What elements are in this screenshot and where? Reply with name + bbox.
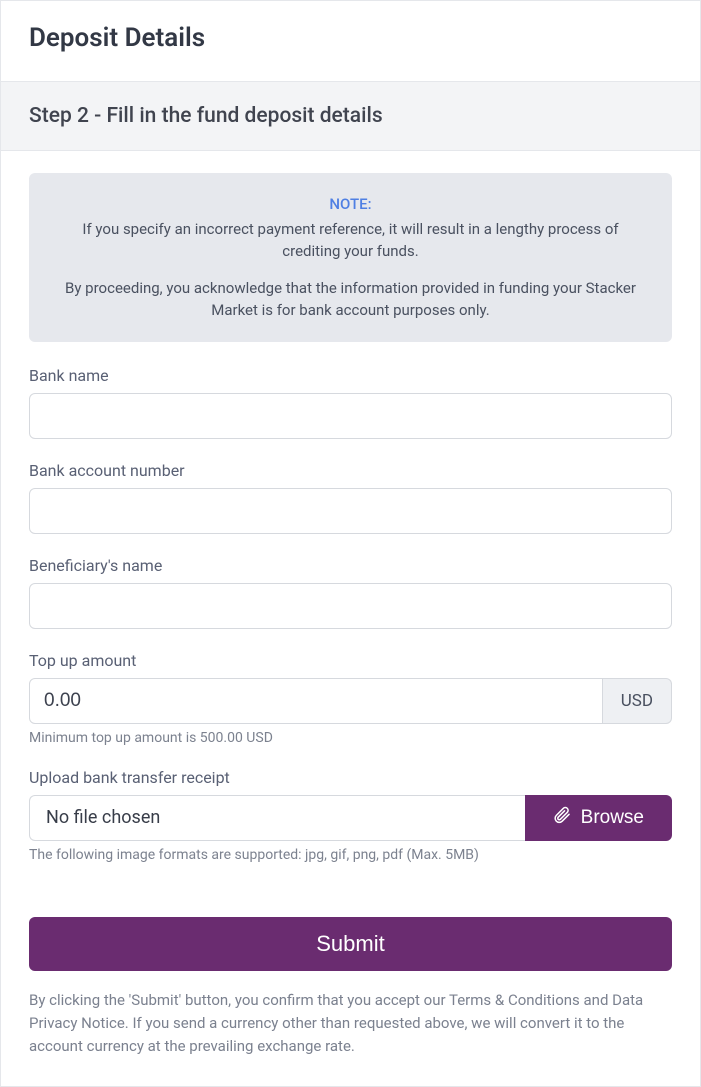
step-header: Step 2 - Fill in the fund deposit detail…: [1, 81, 700, 151]
page-title: Deposit Details: [1, 1, 700, 81]
topup-helper: Minimum top up amount is 500.00 USD: [29, 730, 672, 746]
note-label: NOTE:: [57, 193, 644, 216]
note-box: NOTE: If you specify an incorrect paymen…: [29, 173, 672, 342]
upload-group: Upload bank transfer receipt No file cho…: [29, 768, 672, 863]
topup-label: Top up amount: [29, 651, 672, 670]
file-row: No file chosen Browse: [29, 795, 672, 841]
upload-label: Upload bank transfer receipt: [29, 768, 672, 787]
upload-helper: The following image formats are supporte…: [29, 847, 672, 863]
bank-account-input[interactable]: [29, 488, 672, 534]
browse-button[interactable]: Browse: [525, 795, 672, 841]
bank-account-group: Bank account number: [29, 461, 672, 534]
disclaimer-text: By clicking the 'Submit' button, you con…: [29, 989, 672, 1059]
currency-addon: USD: [603, 678, 672, 724]
deposit-card: Deposit Details Step 2 - Fill in the fun…: [0, 0, 701, 1087]
bank-name-group: Bank name: [29, 366, 672, 439]
beneficiary-group: Beneficiary's name: [29, 556, 672, 629]
paperclip-icon: [553, 806, 571, 830]
note-line-1: If you specify an incorrect payment refe…: [57, 218, 644, 263]
bank-account-label: Bank account number: [29, 461, 672, 480]
topup-group: Top up amount USD Minimum top up amount …: [29, 651, 672, 746]
topup-input-group: USD: [29, 678, 672, 724]
bank-name-label: Bank name: [29, 366, 672, 385]
form-body: NOTE: If you specify an incorrect paymen…: [1, 151, 700, 1086]
bank-name-input[interactable]: [29, 393, 672, 439]
browse-button-label: Browse: [581, 807, 644, 829]
beneficiary-input[interactable]: [29, 583, 672, 629]
note-line-2: By proceeding, you acknowledge that the …: [57, 277, 644, 322]
submit-button[interactable]: Submit: [29, 917, 672, 971]
file-display[interactable]: No file chosen: [29, 795, 525, 841]
topup-input[interactable]: [29, 678, 603, 724]
beneficiary-label: Beneficiary's name: [29, 556, 672, 575]
